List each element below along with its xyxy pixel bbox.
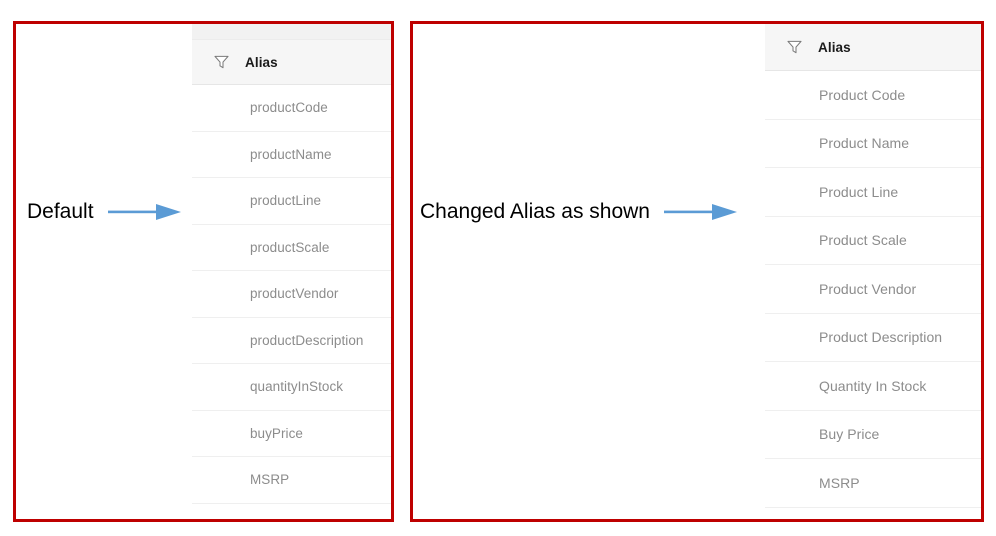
alias-cell: Product Code	[819, 86, 906, 103]
annotation-default: Default	[27, 199, 181, 225]
default-alias-panel: Alias productCode productName productLin…	[13, 21, 394, 522]
alias-grid-default: Alias productCode productName productLin…	[192, 24, 391, 519]
alias-grid-changed: Alias Product Code Product Name Product …	[765, 24, 981, 519]
alias-cell: quantityInStock	[250, 379, 344, 395]
column-header-alias: Alias	[818, 39, 851, 55]
changed-alias-panel: Alias Product Code Product Name Product …	[410, 21, 984, 522]
table-row[interactable]: MSRP	[192, 457, 391, 504]
table-row[interactable]: Product Code	[765, 71, 981, 120]
annotation-label: Default	[27, 200, 94, 223]
table-row[interactable]: productCode	[192, 85, 391, 132]
alias-cell: productVendor	[250, 286, 339, 302]
grid-body: productCode productName productLine prod…	[192, 85, 391, 519]
filter-funnel-icon[interactable]	[787, 40, 802, 54]
alias-cell: Product Description	[819, 329, 943, 346]
grid-top-strip	[192, 24, 391, 40]
table-row[interactable]: Product Description	[765, 313, 981, 362]
table-row-partial	[192, 503, 391, 519]
alias-cell: productDescription	[250, 332, 364, 348]
alias-cell: productName	[250, 146, 332, 162]
table-row-partial	[765, 507, 981, 519]
alias-cell: MSRP	[250, 472, 290, 488]
table-row[interactable]: productVendor	[192, 271, 391, 318]
table-row[interactable]: quantityInStock	[192, 364, 391, 411]
table-row[interactable]: Quantity In Stock	[765, 362, 981, 411]
table-row[interactable]: Product Line	[765, 168, 981, 217]
table-row[interactable]: Product Vendor	[765, 265, 981, 314]
right-arrow-icon	[664, 204, 737, 220]
annotation-changed: Changed Alias as shown	[420, 199, 737, 225]
alias-cell: Quantity In Stock	[819, 377, 927, 394]
grid-body: Product Code Product Name Product Line P…	[765, 71, 981, 519]
table-row[interactable]: productDescription	[192, 317, 391, 364]
alias-cell: buyPrice	[250, 425, 303, 441]
alias-cell: Product Vendor	[819, 280, 917, 297]
table-row[interactable]: buyPrice	[192, 410, 391, 457]
alias-cell: Product Name	[819, 135, 910, 152]
table-row[interactable]: productScale	[192, 224, 391, 271]
grid-header-row[interactable]: Alias	[192, 40, 391, 85]
alias-cell: Product Scale	[819, 232, 907, 249]
alias-cell: Buy Price	[819, 426, 880, 443]
filter-funnel-icon[interactable]	[214, 55, 229, 69]
alias-cell: productLine	[250, 193, 322, 209]
table-row[interactable]: Buy Price	[765, 410, 981, 459]
annotation-label: Changed Alias as shown	[420, 200, 650, 223]
table-row[interactable]: Product Scale	[765, 216, 981, 265]
table-row[interactable]: MSRP	[765, 459, 981, 508]
column-header-alias: Alias	[245, 54, 278, 70]
alias-cell: Product Line	[819, 183, 899, 200]
right-arrow-icon	[107, 204, 181, 220]
table-row[interactable]: productName	[192, 131, 391, 178]
table-row[interactable]: productLine	[192, 178, 391, 225]
alias-cell: MSRP	[819, 474, 860, 491]
grid-header-row[interactable]: Alias	[765, 24, 981, 71]
table-row[interactable]: Product Name	[765, 119, 981, 168]
alias-cell: productCode	[250, 100, 328, 116]
alias-cell: productScale	[250, 239, 330, 255]
